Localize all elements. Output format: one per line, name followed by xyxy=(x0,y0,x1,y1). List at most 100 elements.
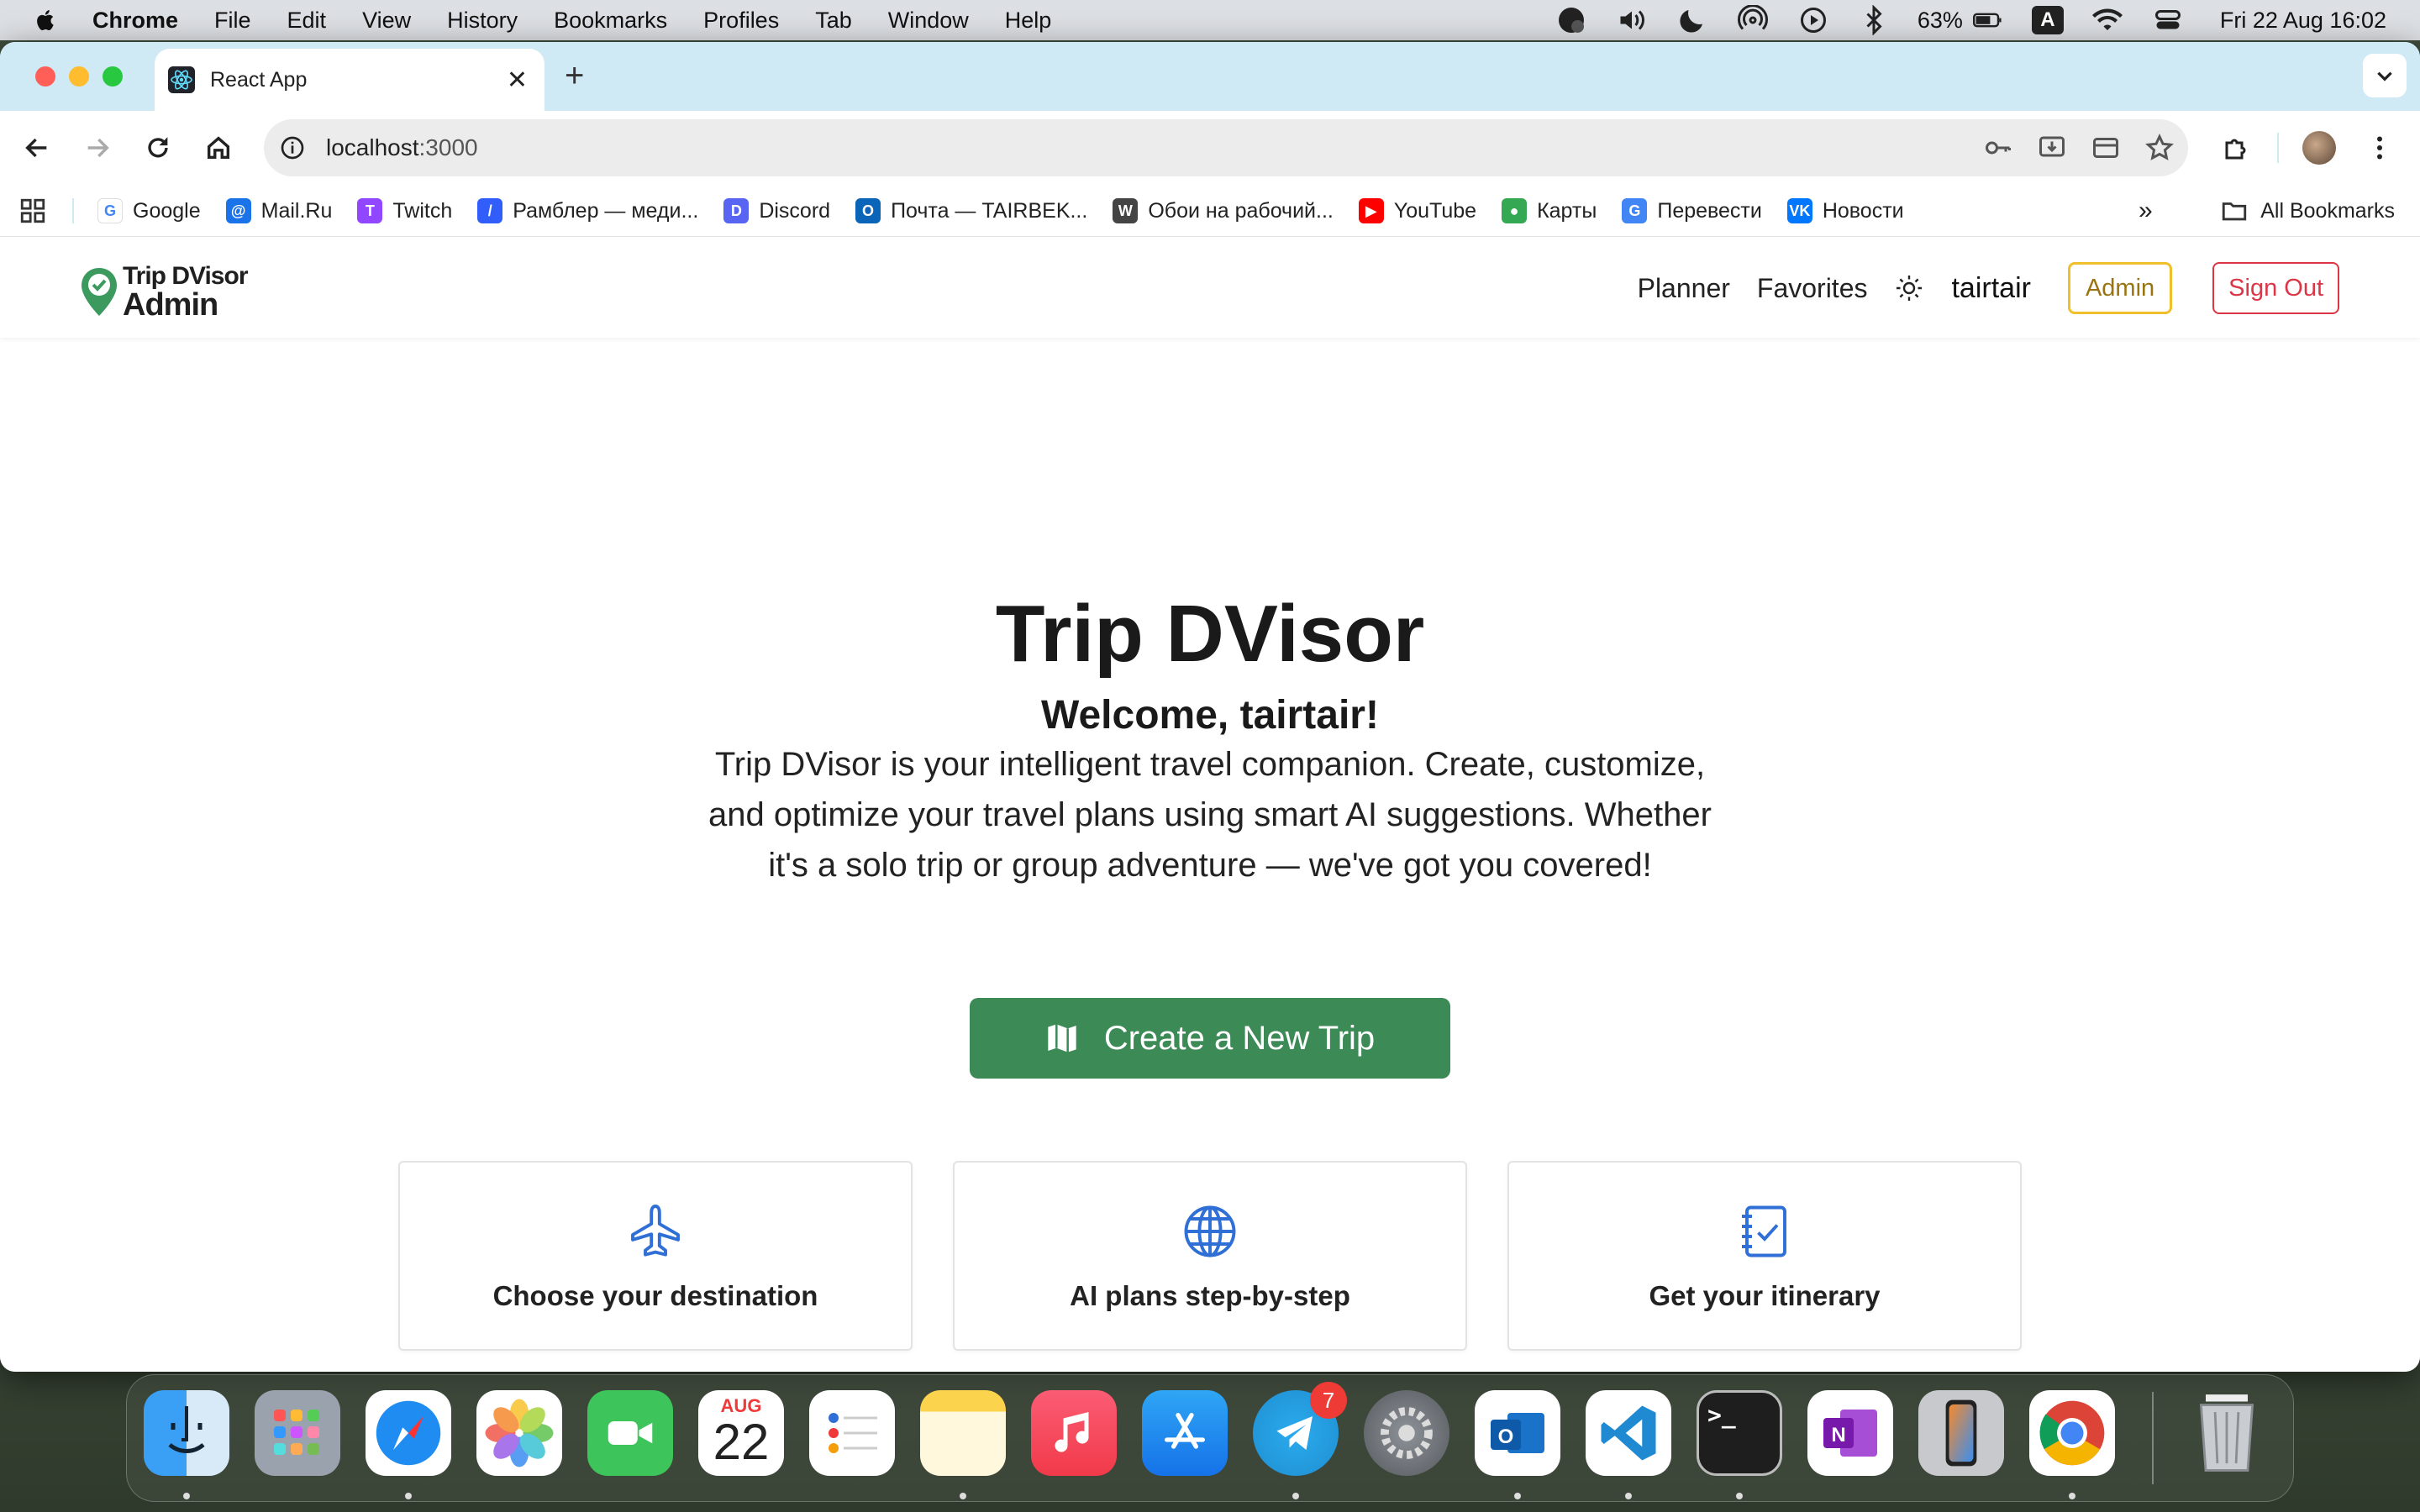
dock-finder-icon[interactable] xyxy=(144,1390,229,1476)
bookmark-item[interactable]: G Google xyxy=(97,198,201,223)
dock-running-indicator xyxy=(1292,1493,1299,1499)
dock-onenote-icon[interactable]: N xyxy=(1807,1390,1893,1476)
bookmark-item[interactable]: W Обои на рабочий... xyxy=(1113,198,1334,223)
create-new-trip-button[interactable]: Create a New Trip xyxy=(970,998,1450,1079)
dock-terminal-icon[interactable]: >_ xyxy=(1697,1390,1782,1476)
bookmark-item[interactable]: T Twitch xyxy=(357,198,452,223)
tab-strip: React App ✕ + xyxy=(0,42,2420,111)
battery-icon[interactable] xyxy=(1971,3,2005,37)
copilot-tray-icon[interactable] xyxy=(1555,3,1588,37)
dock-iphone-mirroring-icon[interactable] xyxy=(1918,1390,2004,1476)
bookmark-item[interactable]: ▶ YouTube xyxy=(1358,198,1476,223)
menu-bookmarks[interactable]: Bookmarks xyxy=(554,8,667,34)
dock-telegram-icon[interactable]: 7 xyxy=(1253,1382,1347,1476)
menu-view[interactable]: View xyxy=(362,8,411,34)
dock-launchpad-icon[interactable] xyxy=(255,1390,340,1476)
nav-link-favorites[interactable]: Favorites xyxy=(1757,273,1868,304)
menu-edit[interactable]: Edit xyxy=(287,8,327,34)
dock-running-indicator xyxy=(183,1493,190,1499)
home-button[interactable] xyxy=(198,128,239,168)
bookmark-item[interactable]: D Discord xyxy=(723,198,830,223)
extensions-icon[interactable] xyxy=(2217,128,2257,168)
password-key-icon[interactable] xyxy=(1981,131,2015,165)
dock-running-indicator xyxy=(1514,1493,1521,1499)
home-icon xyxy=(207,136,230,160)
dock-outlook-icon[interactable]: O xyxy=(1475,1390,1560,1476)
menubar-clock[interactable]: Fri 22 Aug 16:02 xyxy=(2220,8,2386,34)
menu-window[interactable]: Window xyxy=(888,8,969,34)
brand-logo[interactable]: Trip DVisor Admin xyxy=(79,264,248,321)
dock-vscode-icon[interactable] xyxy=(1586,1390,1671,1476)
menu-tab[interactable]: Tab xyxy=(815,8,852,34)
dock-music-icon[interactable] xyxy=(1031,1390,1117,1476)
toolbar-divider xyxy=(2277,133,2279,163)
airdrop-icon[interactable] xyxy=(1736,3,1770,37)
menu-app-name[interactable]: Chrome xyxy=(92,8,178,34)
reload-button[interactable] xyxy=(138,128,178,168)
input-source-indicator[interactable]: A xyxy=(2031,6,2064,34)
back-button[interactable] xyxy=(17,128,57,168)
install-app-icon[interactable] xyxy=(2035,131,2069,165)
payment-card-icon[interactable] xyxy=(2089,131,2123,165)
chrome-menu-icon[interactable] xyxy=(2360,128,2400,168)
map-pin-check-icon xyxy=(82,268,117,316)
arrow-right-icon xyxy=(87,138,109,158)
dock-app-store-icon[interactable] xyxy=(1142,1390,1228,1476)
more-bookmarks-chevron-icon[interactable]: » xyxy=(2139,197,2153,225)
bookmark-item[interactable]: VK Новости xyxy=(1786,198,1904,223)
url-text[interactable]: localhost:3000 xyxy=(326,134,478,161)
apple-logo-icon[interactable] xyxy=(34,8,59,33)
dock-facetime-icon[interactable] xyxy=(587,1390,673,1476)
profile-avatar[interactable] xyxy=(2299,128,2339,168)
zoom-window-button[interactable] xyxy=(103,66,123,87)
bookmark-item[interactable]: O Почта — TAIRBEK... xyxy=(855,198,1087,223)
control-center-icon[interactable] xyxy=(2151,3,2185,37)
feature-label: Choose your destination xyxy=(492,1280,818,1311)
dock-safari-icon[interactable] xyxy=(366,1390,451,1476)
dock-trash-icon[interactable] xyxy=(2184,1390,2270,1476)
dock-photos-icon[interactable] xyxy=(476,1390,562,1476)
menu-help[interactable]: Help xyxy=(1005,8,1052,34)
focus-moon-icon[interactable] xyxy=(1676,3,1709,37)
bookmark-item[interactable]: @ Mail.Ru xyxy=(225,198,332,223)
menu-file[interactable]: File xyxy=(214,8,251,34)
bookmark-item[interactable]: ● Карты xyxy=(1502,198,1597,223)
feature-label: Get your itinerary xyxy=(1649,1280,1881,1311)
menu-profiles[interactable]: Profiles xyxy=(703,8,779,34)
apps-grid-icon[interactable] xyxy=(18,197,47,225)
bookmark-item[interactable]: / Рамблер — меди... xyxy=(477,198,698,223)
all-bookmarks-button[interactable]: All Bookmarks xyxy=(2220,185,2395,237)
bluetooth-icon[interactable] xyxy=(1857,3,1891,37)
bookmark-label: Перевести xyxy=(1657,198,1762,223)
forward-button[interactable] xyxy=(77,128,118,168)
dock-reminders-icon[interactable] xyxy=(809,1390,895,1476)
tab-close-icon[interactable]: ✕ xyxy=(507,66,528,95)
dock-notes-icon[interactable] xyxy=(920,1390,1006,1476)
dock-chrome-icon[interactable] xyxy=(2029,1390,2115,1476)
site-info-icon[interactable] xyxy=(279,134,306,161)
username-label: tairtair xyxy=(1951,271,2031,304)
close-window-button[interactable] xyxy=(35,66,55,87)
sign-out-button[interactable]: Sign Out xyxy=(2212,262,2339,314)
sun-icon[interactable] xyxy=(1894,273,1924,303)
nav-link-planner[interactable]: Planner xyxy=(1638,273,1730,304)
now-playing-icon[interactable] xyxy=(1797,3,1830,37)
tab-search-button[interactable] xyxy=(2363,54,2407,97)
address-bar[interactable]: localhost:3000 xyxy=(264,119,2188,176)
new-tab-button[interactable]: + xyxy=(565,59,584,92)
bookmark-label: Google xyxy=(133,198,201,223)
volume-icon[interactable] xyxy=(1615,3,1649,37)
minimize-window-button[interactable] xyxy=(69,66,89,87)
admin-button[interactable]: Admin xyxy=(2067,262,2173,314)
dock-system-settings-icon[interactable] xyxy=(1364,1390,1449,1476)
bookmark-star-icon[interactable] xyxy=(2143,131,2176,165)
dock-calendar-icon[interactable]: AUG 22 xyxy=(698,1390,784,1476)
bookmark-favicon-icon: G xyxy=(97,198,123,223)
bookmark-favicon-icon: T xyxy=(357,198,383,223)
dock-running-indicator xyxy=(1625,1493,1632,1499)
menu-history[interactable]: History xyxy=(447,8,518,34)
dock-divider xyxy=(2152,1392,2154,1484)
bookmark-item[interactable]: G Перевести xyxy=(1622,198,1762,223)
browser-tab-active[interactable]: React App ✕ xyxy=(155,49,544,111)
wifi-icon[interactable] xyxy=(2091,3,2124,37)
